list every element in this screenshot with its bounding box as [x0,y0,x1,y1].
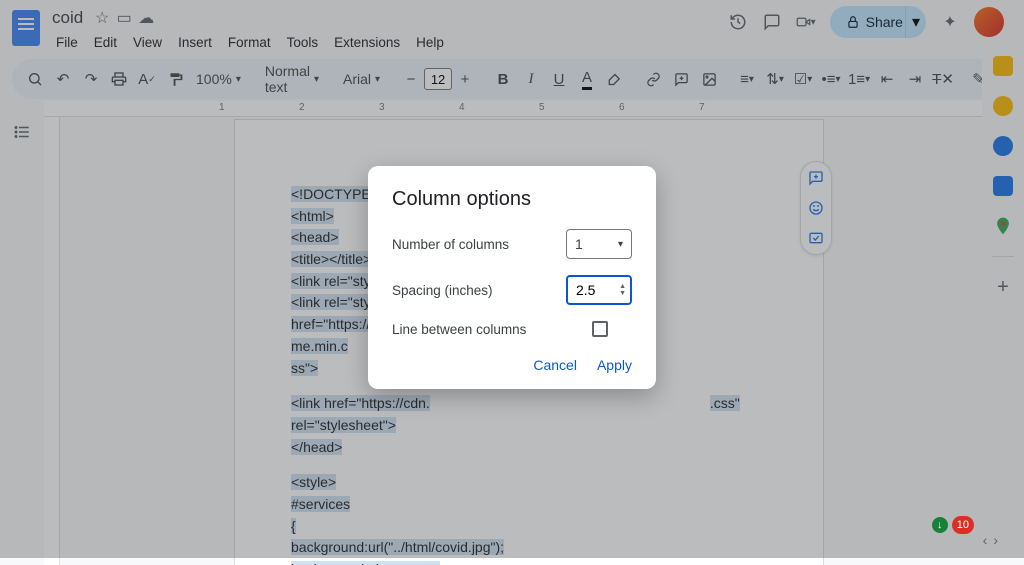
spacing-input[interactable]: ▲▼ [566,275,632,305]
modal-overlay[interactable]: Column options Number of columns 1▾ Spac… [0,0,1024,558]
nav-left-icon[interactable]: ‹ [983,532,988,548]
line-between-label: Line between columns [392,322,526,337]
spinner-up-icon[interactable]: ▲ [619,283,626,290]
download-badge-icon[interactable]: ↓ [932,517,948,533]
explore-badges: ↓ 10 [932,516,974,534]
dialog-title: Column options [392,188,632,211]
spinner-down-icon[interactable]: ▼ [619,290,626,297]
notification-count-badge[interactable]: 10 [952,516,974,534]
apply-button[interactable]: Apply [597,357,632,373]
num-columns-select[interactable]: 1▾ [566,229,632,259]
nav-right-icon[interactable]: › [993,532,998,548]
num-columns-label: Number of columns [392,237,509,252]
line-between-checkbox[interactable] [592,321,608,337]
column-options-dialog: Column options Number of columns 1▾ Spac… [368,166,656,389]
cancel-button[interactable]: Cancel [533,357,577,373]
spacing-label: Spacing (inches) [392,283,493,298]
